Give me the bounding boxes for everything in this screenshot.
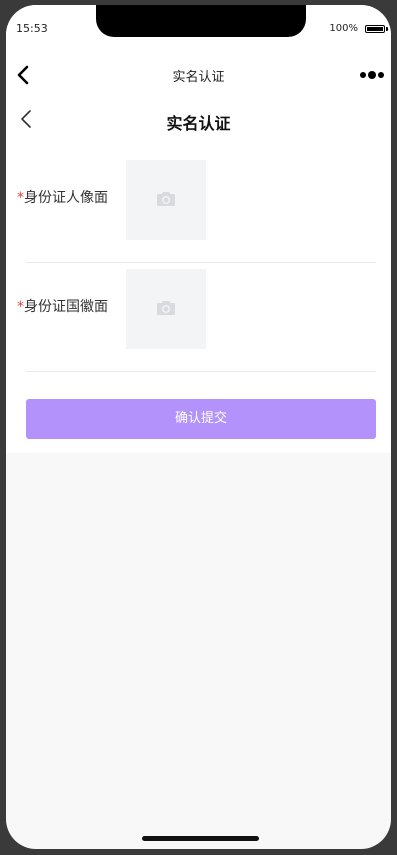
phone-screen: 15:53 100% 实名认证 实名认证 *身份证人像面 *身份证国徽面 确认提… bbox=[6, 5, 391, 849]
upload-id-front[interactable] bbox=[126, 160, 206, 240]
field-label: *身份证国徽面 bbox=[17, 296, 108, 316]
status-time: 15:53 bbox=[16, 22, 48, 35]
id-verification-form: *身份证人像面 *身份证国徽面 确认提交 bbox=[6, 141, 391, 453]
submit-button[interactable]: 确认提交 bbox=[26, 399, 376, 439]
page-header: 实名认证 bbox=[6, 97, 391, 141]
form-row-id-back: *身份证国徽面 bbox=[6, 250, 391, 359]
camera-icon bbox=[157, 301, 175, 315]
field-label-text: 身份证国徽面 bbox=[24, 299, 108, 315]
camera-icon bbox=[157, 192, 175, 206]
field-label: *身份证人像面 bbox=[17, 187, 108, 207]
required-mark: * bbox=[17, 299, 24, 315]
mini-program-nav-bar: 实名认证 bbox=[6, 53, 391, 97]
divider bbox=[26, 371, 376, 372]
field-label-text: 身份证人像面 bbox=[24, 190, 108, 206]
battery-icon bbox=[365, 25, 385, 33]
upload-id-back[interactable] bbox=[126, 269, 206, 349]
more-dots-icon[interactable] bbox=[359, 67, 385, 83]
device-notch bbox=[96, 5, 306, 37]
nav-title: 实名认证 bbox=[172, 70, 225, 85]
page-title: 实名认证 bbox=[166, 114, 231, 133]
home-indicator bbox=[142, 836, 259, 841]
battery-percentage: 100% bbox=[329, 23, 358, 34]
battery-tip bbox=[386, 27, 388, 31]
form-row-id-front: *身份证人像面 bbox=[6, 141, 391, 250]
required-mark: * bbox=[17, 190, 24, 206]
